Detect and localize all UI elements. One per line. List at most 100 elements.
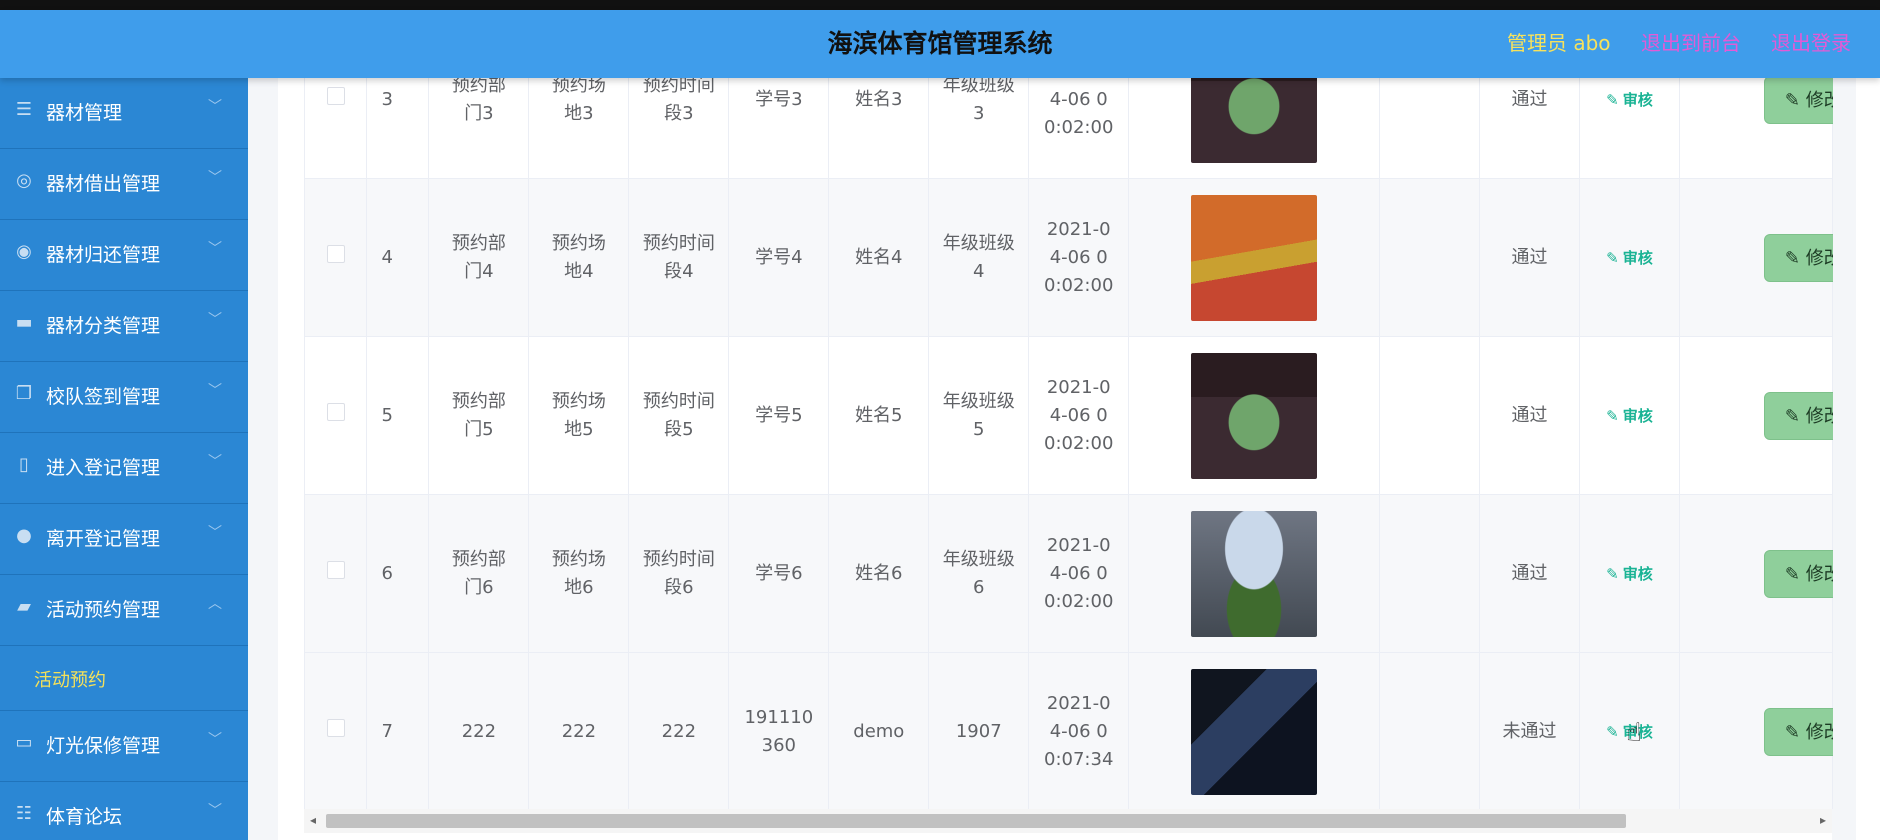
- sidebar-item-label: 器材分类管理: [46, 315, 161, 337]
- content-left-gutter: [248, 78, 278, 840]
- cell-empty: [1379, 494, 1481, 653]
- venue-photo[interactable]: [1191, 352, 1318, 479]
- cell-status: 通过: [1479, 178, 1580, 337]
- row-checkbox[interactable]: [326, 560, 345, 579]
- row-checkbox[interactable]: [326, 402, 345, 421]
- top-header: 海滨体育馆管理系统 管理员 abo 退出到前台 退出登录: [0, 10, 1880, 78]
- cell-dept: 预约部门5: [451, 390, 506, 440]
- sidebar-item-exit-registration[interactable]: ● 离开登记管理 ﹀: [0, 504, 248, 575]
- sidebar-item-label: 进入登记管理: [46, 457, 161, 479]
- chevron-down-icon: ﹀: [208, 170, 222, 186]
- edit-button[interactable]: ✎ 修改: [1763, 233, 1833, 282]
- admin-username: 管理员 abo: [1507, 31, 1611, 55]
- content-right-gutter: [1832, 78, 1856, 840]
- edit-button[interactable]: ✎ 修改: [1763, 549, 1833, 598]
- lifebuoy-icon: ◉: [16, 241, 32, 262]
- edit-button[interactable]: ✎ 修改: [1763, 707, 1833, 756]
- logout-link[interactable]: 退出登录: [1771, 27, 1851, 56]
- cell-grade: 年级班级5: [942, 390, 1015, 440]
- edit-button[interactable]: ✎ 修改: [1763, 78, 1833, 124]
- cell-name: demo: [828, 652, 930, 809]
- sidebar-item-team-signin[interactable]: ❐ 校队签到管理 ﹀: [0, 362, 248, 433]
- sidebar-item-label: 器材借出管理: [46, 173, 161, 195]
- submenu-activity-booking[interactable]: 活动预约: [0, 646, 248, 711]
- chevron-down-icon: ﹀: [208, 803, 222, 819]
- sidebar-item-light-repair[interactable]: ▭ 灯光保修管理 ﹀: [0, 711, 248, 782]
- horizontal-scrollbar[interactable]: ◂ ▸: [304, 809, 1832, 833]
- cell-date: 2021-04-06 00:02:00: [1044, 218, 1114, 296]
- chevron-down-icon: ﹀: [208, 241, 222, 257]
- scrollbar-thumb[interactable]: [326, 814, 1626, 828]
- audit-label: 审核: [1622, 90, 1653, 109]
- sidebar-item-label: 灯光保修管理: [46, 735, 161, 757]
- sidebar-item-equipment[interactable]: ☰ 器材管理 ﹀: [0, 78, 248, 149]
- venue-photo[interactable]: [1191, 510, 1318, 637]
- edit-label: 修改: [1805, 721, 1833, 743]
- edit-pen-icon: ✎: [1606, 248, 1619, 267]
- edit-button[interactable]: ✎ 修改: [1763, 391, 1833, 440]
- cell-id: 5: [366, 336, 430, 495]
- cell-name: 姓名4: [828, 178, 930, 337]
- scroll-right-icon[interactable]: ▸: [1820, 813, 1826, 827]
- table-row: 3 预约部门3 预约场地3 预约时间段3 学号3 姓名3 年级班级3 2021-…: [305, 78, 1833, 179]
- edit-pen-icon: ✎: [1606, 406, 1619, 425]
- chevron-down-icon: ﹀: [208, 312, 222, 328]
- cell-date: 2021-04-06 00:02:00: [1044, 534, 1114, 612]
- cell-time-slot: 预约时间段3: [642, 78, 715, 124]
- cell-date: 2021-04-06 00:02:00: [1044, 78, 1114, 138]
- chevron-down-icon: ﹀: [208, 454, 222, 470]
- pin-icon: ●: [16, 525, 32, 546]
- venue-photo[interactable]: [1191, 194, 1318, 321]
- audit-button[interactable]: ✎ 审核: [1606, 91, 1653, 109]
- back-to-front-link[interactable]: 退出到前台: [1641, 27, 1741, 56]
- sidebar-item-entry-registration[interactable]: ▯ 进入登记管理 ﹀: [0, 433, 248, 504]
- window-top-strip: [0, 0, 1880, 10]
- hand-cursor-icon: ☝: [1626, 718, 1642, 748]
- sidebar-item-label: 器材管理: [46, 102, 123, 124]
- briefcase-icon: ▰: [17, 596, 31, 617]
- cell-empty: [1379, 178, 1481, 337]
- cell-name: 姓名5: [828, 336, 930, 495]
- row-checkbox[interactable]: [326, 718, 345, 737]
- sidebar-item-equipment-lending[interactable]: ◎ 器材借出管理 ﹀: [0, 149, 248, 220]
- cell-student-no: 学号4: [728, 178, 830, 337]
- cell-date: 2021-04-06 00:07:34: [1044, 692, 1114, 770]
- cell-name: 姓名3: [828, 78, 930, 179]
- cell-venue: 预约场地3: [551, 78, 606, 124]
- scroll-left-icon[interactable]: ◂: [310, 813, 316, 827]
- venue-photo[interactable]: [1191, 668, 1318, 795]
- sidebar-item-activity-booking[interactable]: ▰ 活动预约管理 ︿: [0, 575, 248, 646]
- table-row: 6 预约部门6 预约场地6 预约时间段6 学号6 姓名6 年级班级6 2021-…: [305, 494, 1833, 653]
- venue-photo[interactable]: [1191, 78, 1318, 163]
- cell-id: 4: [366, 178, 430, 337]
- sidebar-item-equipment-return[interactable]: ◉ 器材归还管理 ﹀: [0, 220, 248, 291]
- phone-icon: ▯: [19, 454, 29, 475]
- edit-pen-icon: ✎: [1784, 247, 1806, 269]
- row-checkbox[interactable]: [326, 244, 345, 263]
- sidebar-item-label: 离开登记管理: [46, 528, 161, 550]
- cell-student-no: 学号6: [728, 494, 830, 653]
- cell-venue: 预约场地4: [551, 232, 606, 282]
- sidebar-item-equipment-category[interactable]: ▬ 器材分类管理 ﹀: [0, 291, 248, 362]
- sidebar-item-label: 体育论坛: [46, 806, 123, 828]
- cell-student-no: 学号3: [728, 78, 830, 179]
- audit-button[interactable]: ✎ 审核: [1606, 407, 1653, 425]
- audit-button[interactable]: ✎ 审核: [1606, 249, 1653, 267]
- sidebar-item-sports-forum[interactable]: ☷ 体育论坛 ﹀: [0, 782, 248, 840]
- cell-empty: [1379, 78, 1481, 179]
- cell-dept: 预约部门6: [451, 548, 506, 598]
- table-row: 4 预约部门4 预约场地4 预约时间段4 学号4 姓名4 年级班级4 2021-…: [305, 178, 1833, 337]
- edit-label: 修改: [1805, 563, 1833, 585]
- sidebar-item-label: 活动预约管理: [46, 599, 161, 621]
- sliders-icon: ☷: [15, 803, 33, 824]
- audit-button[interactable]: ✎ 审核: [1606, 565, 1653, 583]
- cell-time-slot: 预约时间段4: [642, 232, 715, 282]
- list-icon: ☰: [15, 99, 33, 120]
- cell-status: 通过: [1479, 78, 1580, 179]
- cell-time-slot: 预约时间段5: [642, 390, 715, 440]
- cell-status: 未通过: [1479, 652, 1580, 809]
- data-table: 3 预约部门3 预约场地3 预约时间段3 学号3 姓名3 年级班级3 2021-…: [305, 78, 1833, 809]
- cell-grade: 1907: [928, 652, 1030, 809]
- row-checkbox[interactable]: [326, 86, 345, 105]
- cell-venue: 预约场地6: [551, 548, 606, 598]
